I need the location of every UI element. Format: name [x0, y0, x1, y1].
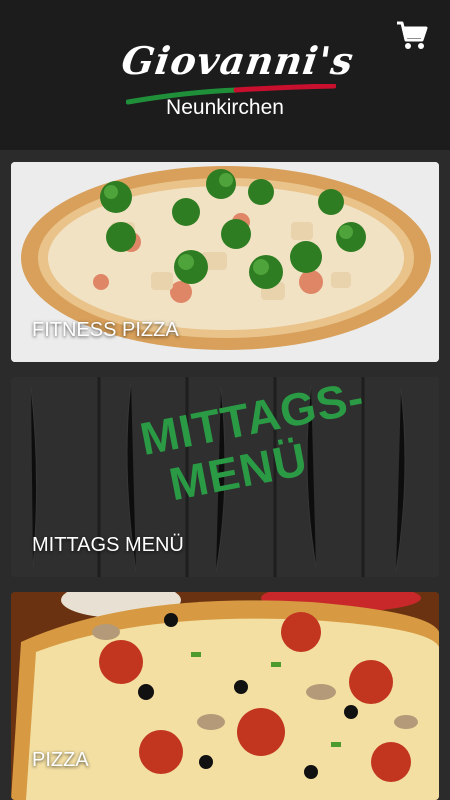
category-card-pizza[interactable]: PIZZA — [11, 592, 439, 800]
app-header: Giovanni's Neunkirchen — [0, 0, 450, 150]
category-label-pizza: PIZZA — [32, 749, 89, 771]
giovannis-logo: Giovanni's — [110, 22, 357, 105]
category-label-mittags-menu: MITTAGS MENÜ — [32, 534, 184, 556]
category-card-mittags-menu[interactable]: MITTAGS- MENÜ MITTAGS MENÜ — [11, 377, 439, 577]
location-name: Neunkirchen — [166, 96, 284, 119]
category-card-fitness-pizza[interactable]: FITNESS PIZZA — [11, 162, 439, 362]
logo-wordmark: Giovanni's — [118, 38, 357, 83]
cart-icon[interactable] — [396, 20, 428, 52]
category-label-fitness-pizza: FITNESS PIZZA — [32, 319, 179, 341]
